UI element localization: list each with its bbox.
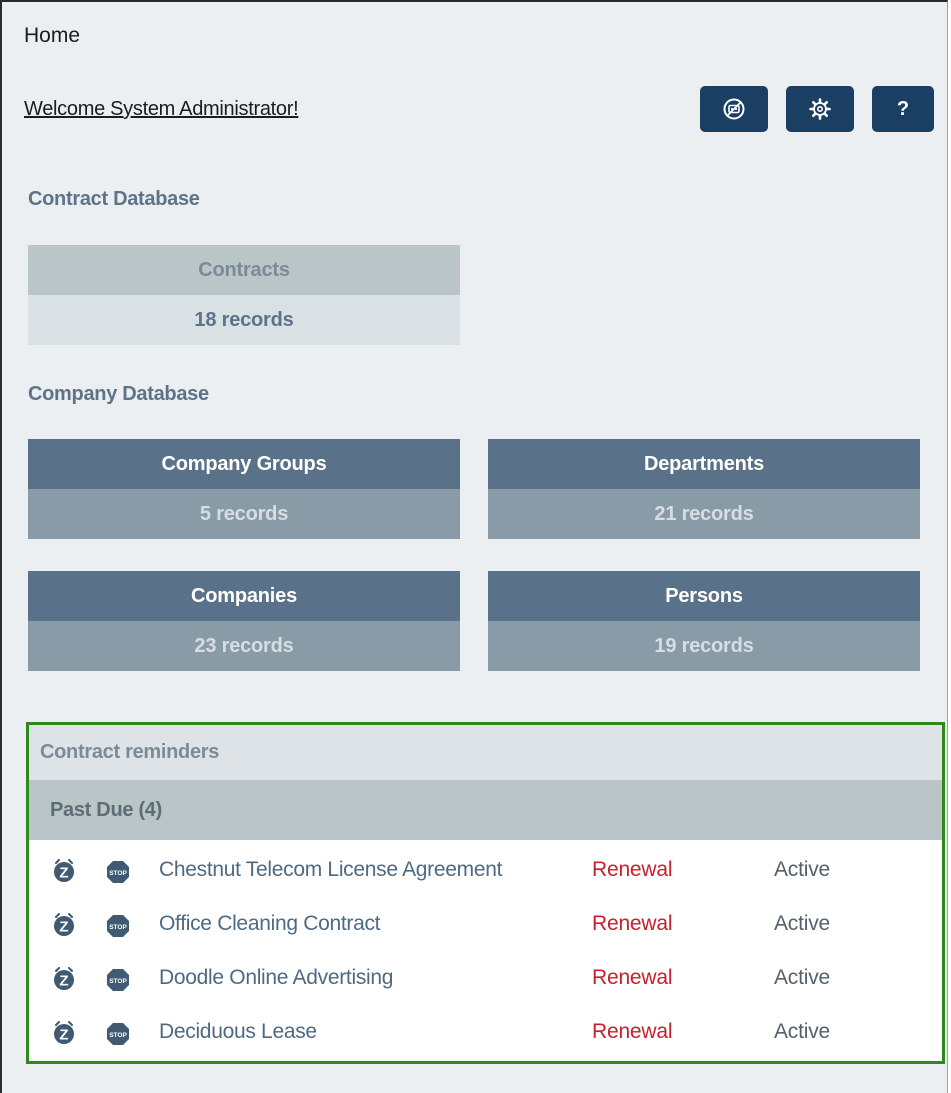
tile-title: Departments (488, 439, 920, 489)
tile-title: Persons (488, 571, 920, 621)
company-groups-tile[interactable]: Company Groups 5 records (28, 439, 460, 539)
tile-record-count: 5 records (28, 489, 460, 539)
reminder-contract-link[interactable]: Chestnut Telecom License Agreement (159, 858, 502, 882)
svg-text:STOP: STOP (109, 870, 127, 877)
stop-icon[interactable]: STOP (106, 914, 130, 938)
persons-tile[interactable]: Persons 19 records (488, 571, 920, 671)
home-page: Home Welcome System Administrator! ? Con… (0, 0, 948, 1093)
departments-tile[interactable]: Departments 21 records (488, 439, 920, 539)
tile-record-count: 23 records (28, 621, 460, 671)
tile-record-count: 21 records (488, 489, 920, 539)
reminder-status: Active (774, 858, 830, 881)
stop-icon[interactable]: STOP (106, 968, 130, 992)
snooze-icon[interactable]: Z (53, 1021, 75, 1045)
snooze-icon[interactable]: Z (53, 913, 75, 937)
svg-text:Z: Z (59, 919, 68, 936)
help-button[interactable]: ? (872, 86, 934, 132)
reminder-type: Renewal (592, 1020, 673, 1043)
company-database-title: Company Database (28, 383, 209, 405)
bot-button[interactable] (700, 86, 768, 132)
reminder-contract-link[interactable]: Office Cleaning Contract (159, 912, 381, 936)
help-icon: ? (896, 97, 910, 120)
reminders-title: Contract reminders (29, 725, 942, 780)
snooze-icon[interactable]: Z (53, 967, 75, 991)
tile-title: Companies (28, 571, 460, 621)
reminder-row: Z STOP Chestnut Telecom License Agreemen… (29, 844, 942, 898)
stop-icon[interactable]: STOP (106, 1022, 130, 1046)
svg-text:Z: Z (59, 1027, 68, 1044)
bot-icon (723, 98, 745, 120)
svg-text:STOP: STOP (109, 978, 127, 985)
reminder-type: Renewal (592, 858, 673, 881)
past-due-header[interactable]: Past Due (4) (29, 780, 942, 840)
reminder-row: Z STOP Deciduous Lease Renewal Active (29, 1006, 942, 1060)
svg-text:STOP: STOP (109, 924, 127, 931)
reminder-type: Renewal (592, 912, 673, 935)
contracts-tile[interactable]: Contracts 18 records (28, 245, 460, 345)
stop-icon[interactable]: STOP (106, 860, 130, 884)
svg-text:Z: Z (59, 973, 68, 990)
tile-title: Contracts (28, 245, 460, 295)
tile-record-count: 19 records (488, 621, 920, 671)
contract-reminders-panel: Contract reminders Past Due (4) Z STOP C… (26, 722, 945, 1064)
welcome-link[interactable]: Welcome System Administrator! (24, 98, 299, 121)
settings-button[interactable] (786, 86, 854, 132)
companies-tile[interactable]: Companies 23 records (28, 571, 460, 671)
contract-database-title: Contract Database (28, 188, 200, 210)
gear-icon (809, 98, 831, 120)
tile-title: Company Groups (28, 439, 460, 489)
reminder-status: Active (774, 912, 830, 935)
snooze-icon[interactable]: Z (53, 859, 75, 883)
reminder-status: Active (774, 966, 830, 989)
breadcrumb: Home (24, 24, 81, 47)
tile-record-count: 18 records (28, 295, 460, 345)
reminder-list: Z STOP Chestnut Telecom License Agreemen… (29, 840, 942, 1060)
svg-text:Z: Z (59, 865, 68, 882)
reminder-type: Renewal (592, 966, 673, 989)
reminder-row: Z STOP Office Cleaning Contract Renewal … (29, 898, 942, 952)
reminder-row: Z STOP Doodle Online Advertising Renewal… (29, 952, 942, 1006)
reminder-status: Active (774, 1020, 830, 1043)
svg-text:STOP: STOP (109, 1032, 127, 1039)
reminder-contract-link[interactable]: Doodle Online Advertising (159, 966, 393, 990)
reminder-contract-link[interactable]: Deciduous Lease (159, 1020, 317, 1044)
